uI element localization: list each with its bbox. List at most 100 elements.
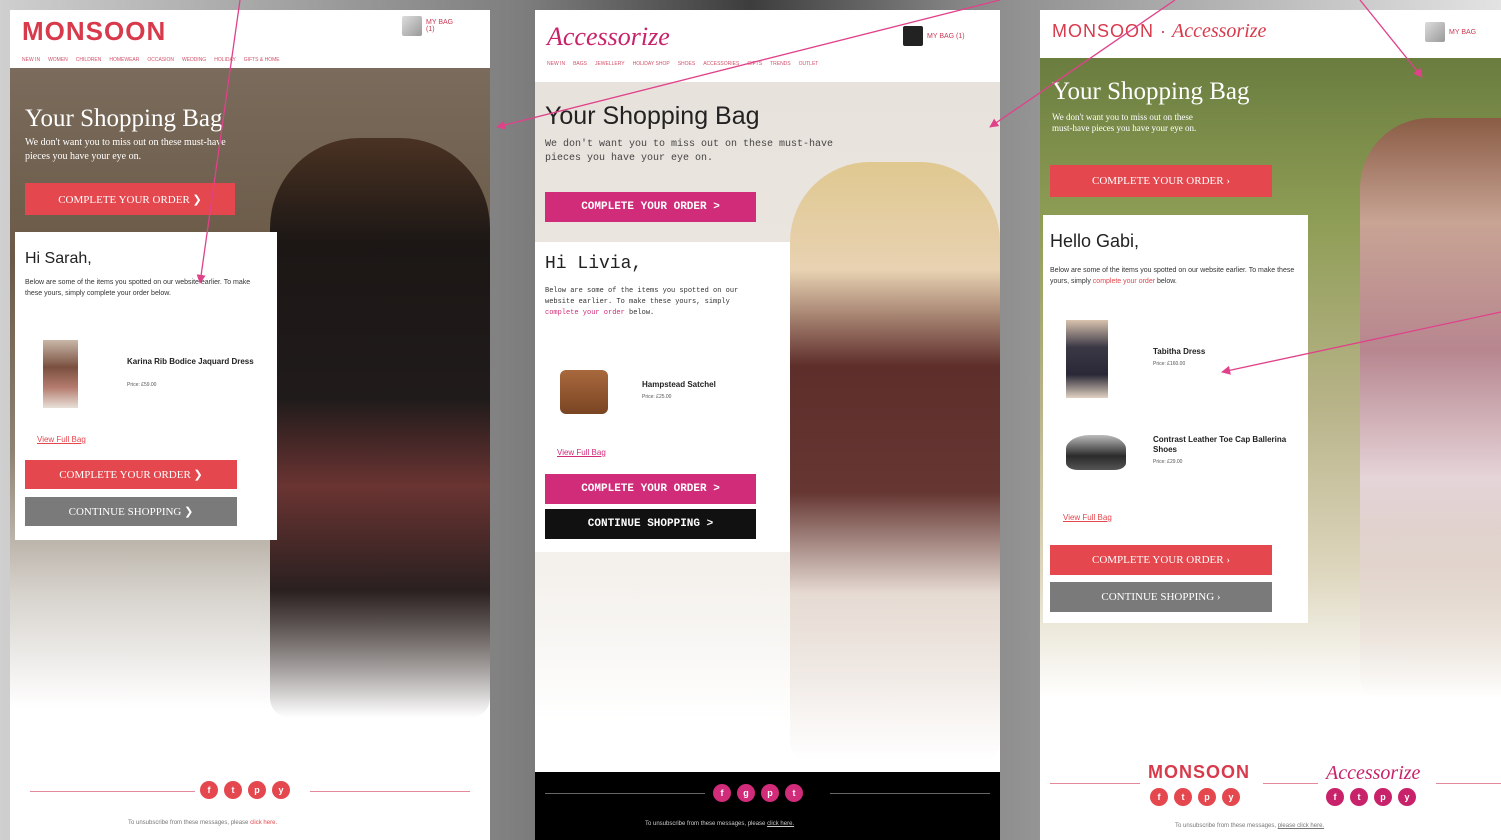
footer-monsoon-logo[interactable]: MONSOON [1148,762,1250,783]
bag-summary-card: Hello Gabi, Below are some of the items … [1043,215,1308,623]
nav-women[interactable]: WOMEN [48,57,68,63]
pinterest-icon[interactable]: p [248,781,266,799]
facebook-icon[interactable]: f [1326,788,1344,806]
logo-separator: · [1160,21,1167,41]
complete-order-inline-link[interactable]: complete your order [545,309,625,317]
footer-accessorize-logo[interactable]: Accessorize [1326,762,1420,785]
view-full-bag-link[interactable]: View Full Bag [1063,513,1112,522]
my-bag-link[interactable]: MY BAG [1425,22,1476,42]
hero-subtitle: We don't want you to miss out on these m… [25,137,226,162]
monsoon-social-links: f t p y [1150,788,1240,806]
complete-order-inline-link[interactable]: complete your order [1093,278,1155,285]
model-photo [270,138,490,718]
intro-text: Below are some of the items you spotted … [1050,265,1300,287]
my-bag-link[interactable]: MY BAG (1) [402,16,453,36]
monsoon-logo[interactable]: MONSOON [22,16,166,47]
my-bag-label: MY BAG (1) [927,32,965,40]
monsoon-email-panel: MONSOON MY BAG (1) NEW IN WOMEN CHILDREN… [10,10,490,840]
product-name-1[interactable]: Tabitha Dress [1153,347,1293,357]
product-price: Price: £59.00 [127,382,157,388]
nav-wedding[interactable]: WEDDING [182,57,206,63]
unsubscribe-link[interactable]: click here. [250,820,277,826]
nav-accessories[interactable]: ACCESSORIES [703,61,739,67]
facebook-icon[interactable]: f [713,784,731,802]
nav-bags[interactable]: BAGS [573,61,587,67]
google-plus-icon[interactable]: g [737,784,755,802]
accessorize-logo: Accessorize [1172,20,1267,42]
shopping-bag-icon [903,26,923,46]
complete-order-button[interactable]: COMPLETE YOUR ORDER > [545,474,756,504]
complete-order-hero-button[interactable]: COMPLETE YOUR ORDER › [1050,165,1272,197]
product-thumbnail[interactable] [43,340,78,408]
complete-order-button[interactable]: COMPLETE YOUR ORDER › [1050,545,1272,575]
nav-new-in[interactable]: NEW IN [547,61,565,67]
complete-order-button[interactable]: COMPLETE YOUR ORDER ❯ [25,460,237,489]
shopping-bag-icon [1425,22,1445,42]
youtube-icon[interactable]: y [1398,788,1416,806]
footer-divider-left [545,793,705,794]
continue-shopping-button[interactable]: CONTINUE SHOPPING › [1050,582,1272,612]
nav-gifts-home[interactable]: GIFTS & HOME [244,57,280,63]
nav-trends[interactable]: TRENDS [770,61,791,67]
monsoon-accessorize-email-panel: MONSOON · Accessorize MY BAG Your Shoppi… [1040,10,1501,840]
footer-divider-middle [1263,783,1318,784]
complete-order-hero-button[interactable]: COMPLETE YOUR ORDER > [545,192,756,222]
facebook-icon[interactable]: f [200,781,218,799]
my-bag-link[interactable]: MY BAG (1) [903,26,965,46]
view-full-bag-link[interactable]: View Full Bag [557,448,606,457]
complete-order-hero-button[interactable]: COMPLETE YOUR ORDER ❯ [25,183,235,215]
pinterest-icon[interactable]: p [1198,788,1216,806]
twitter-icon[interactable]: t [1350,788,1368,806]
nav-gifts[interactable]: GIFTS [747,61,762,67]
product-thumbnail-1[interactable] [1066,320,1108,398]
pinterest-icon[interactable]: p [1374,788,1392,806]
unsubscribe-label: To unsubscribe from these messages, plea… [128,820,249,826]
accessorize-logo[interactable]: Accessorize [547,22,670,52]
greeting: Hi Livia, [545,254,643,274]
nav-shoes[interactable]: SHOES [678,61,696,67]
nav-jewellery[interactable]: JEWELLERY [595,61,625,67]
product-name[interactable]: Karina Rib Bodice Jaquard Dress [127,357,277,367]
twitter-icon[interactable]: t [224,781,242,799]
email-footer [535,772,1000,840]
view-full-bag-link[interactable]: View Full Bag [37,435,86,444]
footer-divider-right [310,791,470,792]
youtube-icon[interactable]: y [1222,788,1240,806]
pinterest-icon[interactable]: p [761,784,779,802]
main-nav: NEW IN BAGS JEWELLERY HOLIDAY SHOP SHOES… [547,61,818,67]
nav-children[interactable]: CHILDREN [76,57,102,63]
model-photo [790,162,1000,762]
unsubscribe-text: To unsubscribe from these messages, plea… [1175,823,1324,829]
product-name[interactable]: Hampstead Satchel [642,380,772,390]
unsubscribe-label: To unsubscribe from these messages, plea… [645,821,766,827]
social-links: f t p y [200,781,290,799]
continue-shopping-button[interactable]: CONTINUE SHOPPING ❯ [25,497,237,526]
continue-shopping-button[interactable]: CONTINUE SHOPPING > [545,509,756,539]
email-header: MONSOON · Accessorize MY BAG [1040,10,1501,58]
youtube-icon[interactable]: y [272,781,290,799]
twitter-icon[interactable]: t [1174,788,1192,806]
greeting: Hi Sarah, [25,250,92,267]
nav-outlet[interactable]: OUTLET [799,61,819,67]
twitter-icon[interactable]: t [785,784,803,802]
unsubscribe-link[interactable]: click here. [767,821,794,827]
nav-occasion[interactable]: OCCASION [147,57,174,63]
main-nav: NEW IN WOMEN CHILDREN HOMEWEAR OCCASION … [22,57,280,63]
bag-summary-card: Hi Sarah, Below are some of the items yo… [15,232,277,540]
nav-holiday-shop[interactable]: HOLIDAY SHOP [633,61,670,67]
footer-divider-right [830,793,990,794]
nav-holiday[interactable]: HOLIDAY [214,57,236,63]
unsubscribe-text: To unsubscribe from these messages, plea… [128,820,277,826]
unsubscribe-label: To unsubscribe from these messages, [1175,823,1277,829]
product-thumbnail[interactable] [560,370,608,414]
product-thumbnail-2[interactable] [1066,435,1126,470]
nav-homewear[interactable]: HOMEWEAR [109,57,139,63]
combined-logo[interactable]: MONSOON · Accessorize [1052,20,1266,43]
product-name-2[interactable]: Contrast Leather Toe Cap Ballerina Shoes [1153,435,1293,455]
facebook-icon[interactable]: f [1150,788,1168,806]
social-links: f g p t [713,784,803,802]
nav-new-in[interactable]: NEW IN [22,57,40,63]
product-price-2: Price: £29.00 [1153,459,1183,465]
unsubscribe-link[interactable]: please click here. [1278,823,1324,829]
email-header: Accessorize MY BAG (1) [535,10,1000,58]
